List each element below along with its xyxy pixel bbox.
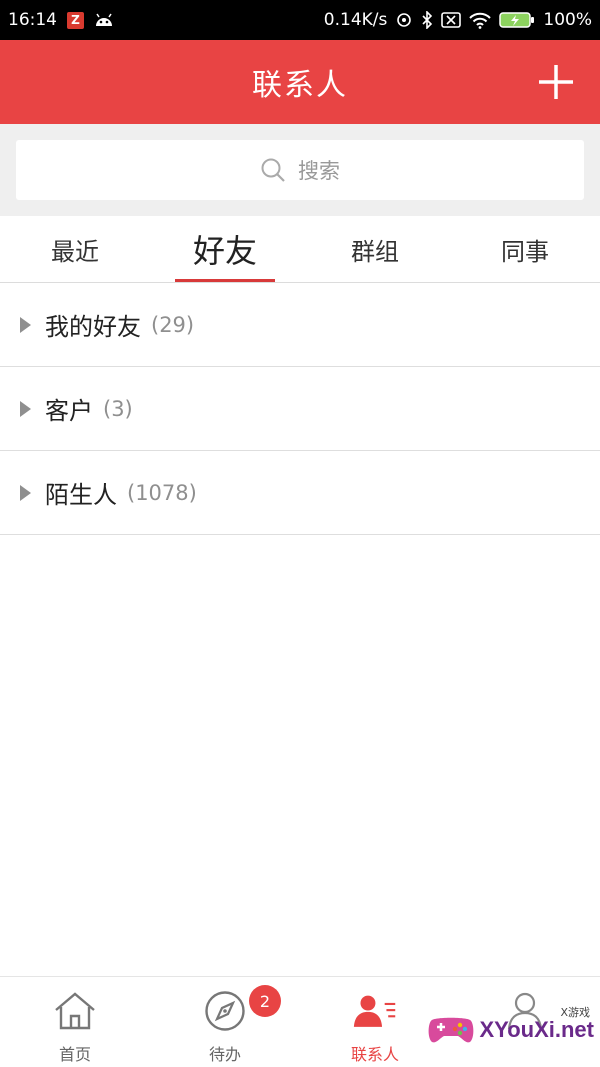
android-icon [94,12,114,28]
search-placeholder: 搜索 [298,159,340,183]
group-count: (1078) [127,480,197,505]
add-contact-button[interactable] [536,62,576,102]
status-time: 16:14 [8,10,57,30]
battery-charging-icon [499,11,535,29]
active-tab-indicator [175,279,275,282]
contact-tabs: 最近 好友 群组 同事 [0,216,600,283]
group-row-strangers[interactable]: 陌生人 (1078) [0,451,600,535]
wifi-icon [469,12,492,29]
expand-arrow-icon [20,484,31,501]
search-icon [260,157,286,183]
group-name: 陌生人 [45,481,117,509]
group-name: 我的好友 [45,313,141,341]
nav-label: 待办 [208,1045,241,1064]
watermark: XYouXi.net X游戏 [426,1006,595,1052]
group-row-my-friends[interactable]: 我的好友 (29) [0,283,600,367]
bluetooth-icon [421,11,433,29]
expand-arrow-icon [20,400,31,417]
page-title: 联系人 [252,68,348,103]
tab-friends[interactable]: 好友 [150,216,300,282]
gamepad-logo-icon [426,1008,476,1052]
app-notification-icon: Z [67,11,84,29]
tab-label: 同事 [501,237,549,266]
tab-groups[interactable]: 群组 [300,216,450,282]
compass-icon [203,989,247,1033]
group-row-customers[interactable]: 客户 (3) [0,367,600,451]
nav-label: 联系人 [350,1045,399,1064]
expand-arrow-icon [20,316,31,333]
watermark-text: XYouXi.net [479,1017,595,1042]
app-header: 联系人 [0,40,600,124]
nav-home[interactable]: 首页 [0,977,150,1067]
search-input[interactable]: 搜索 [16,140,584,200]
group-count: (29) [151,312,195,337]
contacts-icon [353,989,397,1033]
tab-colleagues[interactable]: 同事 [450,216,600,282]
status-left: 16:14 Z [8,10,114,30]
search-area: 搜索 [0,124,600,216]
plus-icon [539,65,573,99]
home-icon [53,989,97,1033]
sync-icon [395,11,413,29]
watermark-subtext: X游戏 [560,1006,590,1019]
group-count: (3) [103,396,133,421]
battery-level: 100% [543,10,592,30]
status-right: 0.14K/s 100% [324,10,592,30]
todo-count-badge: 2 [249,985,281,1017]
tab-label: 好友 [192,232,257,270]
status-bar: 16:14 Z 0.14K/s 100% [0,0,600,40]
tab-label: 最近 [51,237,99,266]
nav-todo[interactable]: 待办 2 [150,977,300,1067]
tab-recent[interactable]: 最近 [0,216,150,282]
tab-label: 群组 [351,237,399,266]
no-sim-icon [441,12,462,28]
group-name: 客户 [45,397,93,425]
network-speed: 0.14K/s [323,10,388,30]
friend-group-list: 我的好友 (29) 客户 (3) 陌生人 (1078) [0,283,600,535]
nav-label: 首页 [58,1045,91,1064]
